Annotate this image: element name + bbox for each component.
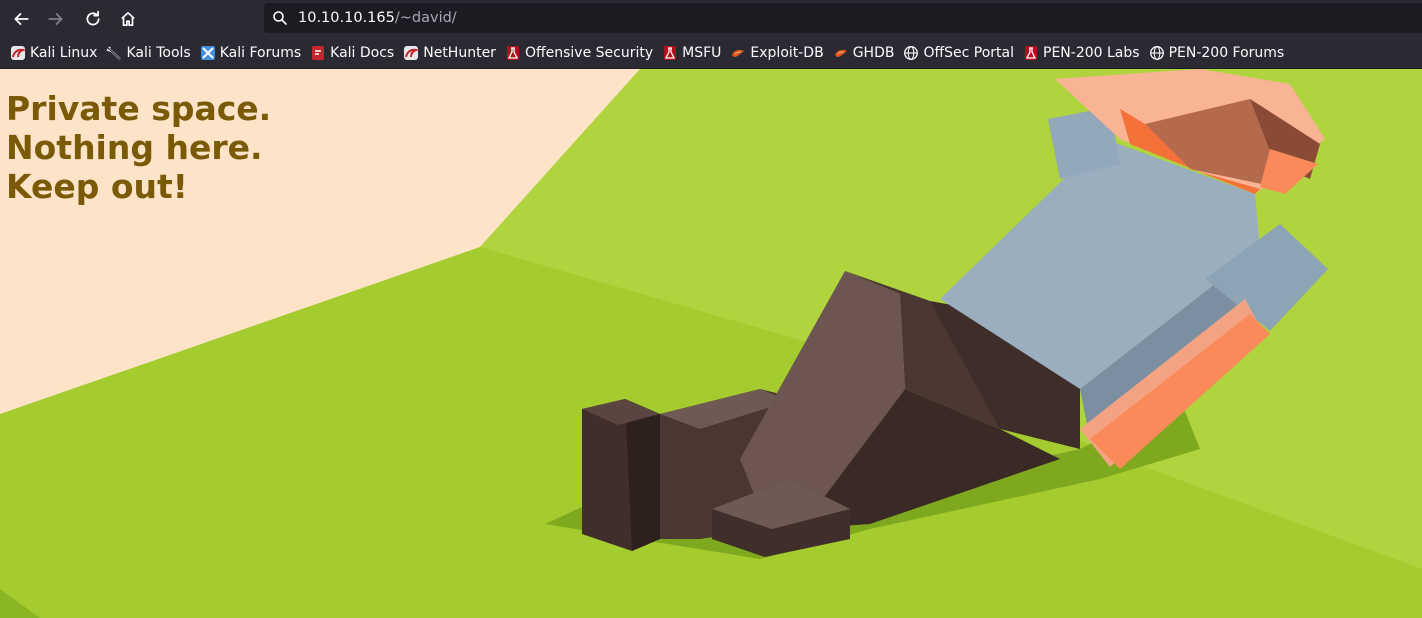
kali-forums-icon [200,46,215,60]
exploit-db-icon [834,50,847,57]
bookmark-label: PEN-200 Labs [1043,45,1140,61]
bookmark-label: Offensive Security [524,45,654,61]
url-path: /~david/ [394,10,457,26]
address-bar[interactable]: 10.10.10.165/~david/ [264,3,1422,33]
headline-line-1: Private space. [6,89,272,128]
kali-dragon-icon [11,46,26,60]
offsec-icon [1025,46,1038,60]
bookmark-kali-linux[interactable]: Kali Linux [7,41,100,65]
browser-toolbar: 10.10.10.165/~david/ [0,0,1422,38]
nethunter-icon [404,46,420,60]
bookmark-pen200-forums[interactable]: PEN-200 Forums [1146,41,1288,65]
page-content: Private space. Nothing here. Keep out! [0,69,1422,618]
bookmark-kali-tools[interactable]: Kali Tools [103,41,193,65]
bookmark-kali-forums[interactable]: Kali Forums [197,41,304,65]
bookmarks-bar: Kali Linux Kali Tools Kali Forums Kali D… [0,38,1422,69]
home-icon [121,11,135,27]
bookmark-label: NetHunter [423,45,496,61]
bookmark-label: Kali Tools [126,45,191,61]
exploit-db-icon [732,50,745,57]
home-button[interactable] [114,5,142,33]
bookmark-kali-docs[interactable]: Kali Docs [307,41,397,65]
url-host: 10.10.10.165 [298,10,395,26]
kali-docs-icon [312,46,325,60]
back-arrow-icon [14,13,29,25]
offsec-icon [506,46,519,60]
bookmark-offsec-portal[interactable]: OffSec Portal [900,41,1017,65]
url-text[interactable]: 10.10.10.165/~david/ [298,3,457,33]
bookmark-nethunter[interactable]: NetHunter [400,41,499,65]
bookmark-exploit-db[interactable]: Exploit-DB [727,41,826,65]
bookmark-offensive-security[interactable]: Offensive Security [502,41,656,65]
offsec-icon [664,46,677,60]
bookmark-label: Kali Linux [30,45,98,61]
bookmark-pen200-labs[interactable]: PEN-200 Labs [1020,41,1143,65]
bookmark-label: OffSec Portal [923,45,1015,61]
page-headline: Private space. Nothing here. Keep out! [6,89,271,206]
bookmark-label: GHDB [852,45,895,61]
globe-icon [1149,46,1164,60]
bookmark-msfu[interactable]: MSFU [659,41,724,65]
forward-button[interactable] [42,5,70,33]
reload-button[interactable] [79,5,107,33]
forward-arrow-icon [48,13,63,25]
reload-icon [86,10,100,26]
headline-line-3: Keep out! [6,167,188,206]
back-button[interactable] [7,5,35,33]
bookmark-label: Kali Forums [219,45,302,61]
bookmark-label: Kali Docs [330,45,395,61]
globe-icon [904,46,919,60]
bookmark-label: MSFU [682,45,722,61]
bookmark-label: PEN-200 Forums [1168,45,1285,61]
kali-tools-icon [106,46,122,60]
search-icon [273,11,287,25]
bookmark-label: Exploit-DB [750,45,824,61]
bookmark-ghdb[interactable]: GHDB [830,41,898,65]
headline-line-2: Nothing here. [6,128,263,167]
